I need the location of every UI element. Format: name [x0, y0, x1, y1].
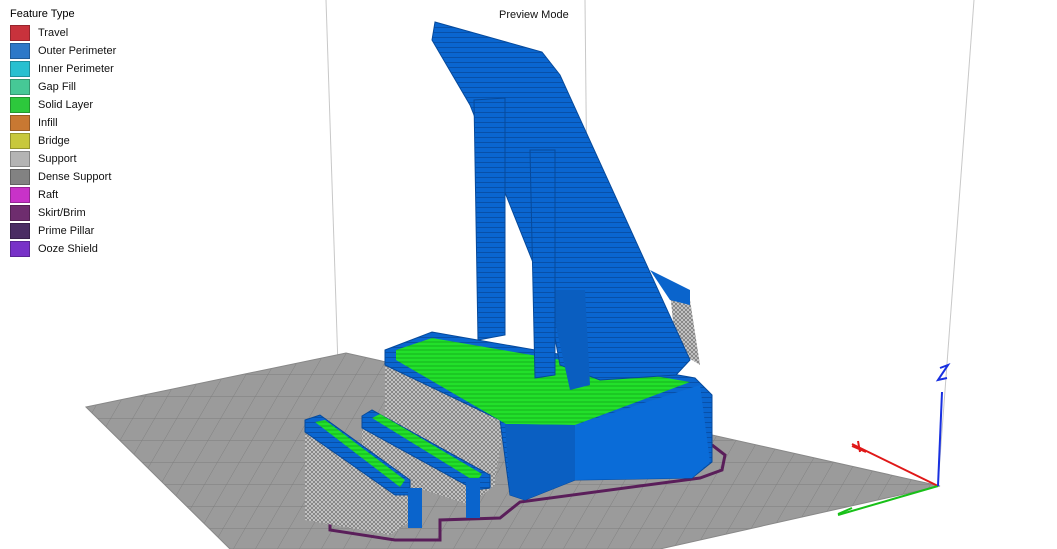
- legend-swatch: [10, 25, 30, 41]
- legend-item-skirt-brim: Skirt/Brim: [6, 204, 116, 222]
- legend-item-travel: Travel: [6, 24, 116, 42]
- legend-item-prime-pillar: Prime Pillar: [6, 222, 116, 240]
- feature-type-legend: Feature Type Travel Outer Perimeter Inner …: [6, 8, 116, 258]
- legend-swatch: [10, 151, 30, 167]
- legend-label: Ooze Shield: [38, 243, 98, 255]
- preview-mode-label: Preview Mode: [499, 9, 569, 21]
- legend-swatch: [10, 241, 30, 257]
- legend-swatch: [10, 223, 30, 239]
- legend-label: Raft: [38, 189, 59, 201]
- legend-item-infill: Infill: [6, 114, 116, 132]
- legend-label: Dense Support: [38, 171, 112, 183]
- legend-swatch: [10, 187, 30, 203]
- legend-item-inner-perimeter: Inner Perimeter: [6, 60, 116, 78]
- legend-label: Travel: [38, 27, 69, 39]
- 3d-preview-viewport[interactable]: [0, 0, 1057, 549]
- legend-label: Skirt/Brim: [38, 207, 86, 219]
- backrest: [431, 21, 691, 390]
- legend-item-raft: Raft: [6, 186, 116, 204]
- legend-label: Infill: [38, 117, 58, 129]
- legend-swatch: [10, 79, 30, 95]
- legend-label: Inner Perimeter: [38, 63, 114, 75]
- legend-swatch: [10, 43, 30, 59]
- legend-title: Feature Type: [10, 8, 75, 20]
- legend-swatch: [10, 169, 30, 185]
- legend-item-bridge: Bridge: [6, 132, 116, 150]
- legend-label: Prime Pillar: [38, 225, 95, 237]
- legend-item-solid-layer: Solid Layer: [6, 96, 116, 114]
- legend-swatch: [10, 205, 30, 221]
- legend-item-support: Support: [6, 150, 116, 168]
- legend-swatch: [10, 133, 30, 149]
- legend-label: Bridge: [38, 135, 70, 147]
- legend-label: Support: [38, 153, 77, 165]
- legend-label: Solid Layer: [38, 99, 94, 111]
- legend-label: Gap Fill: [38, 81, 76, 93]
- legend-swatch: [10, 115, 30, 131]
- legend-item-ooze-shield: Ooze Shield: [6, 240, 116, 258]
- legend-item-outer-perimeter: Outer Perimeter: [6, 42, 116, 60]
- legend-swatch: [10, 61, 30, 77]
- legend-swatch: [10, 97, 30, 113]
- legend-label: Outer Perimeter: [38, 45, 117, 57]
- legend-item-dense-support: Dense Support: [6, 168, 116, 186]
- legend-item-gap-fill: Gap Fill: [6, 78, 116, 96]
